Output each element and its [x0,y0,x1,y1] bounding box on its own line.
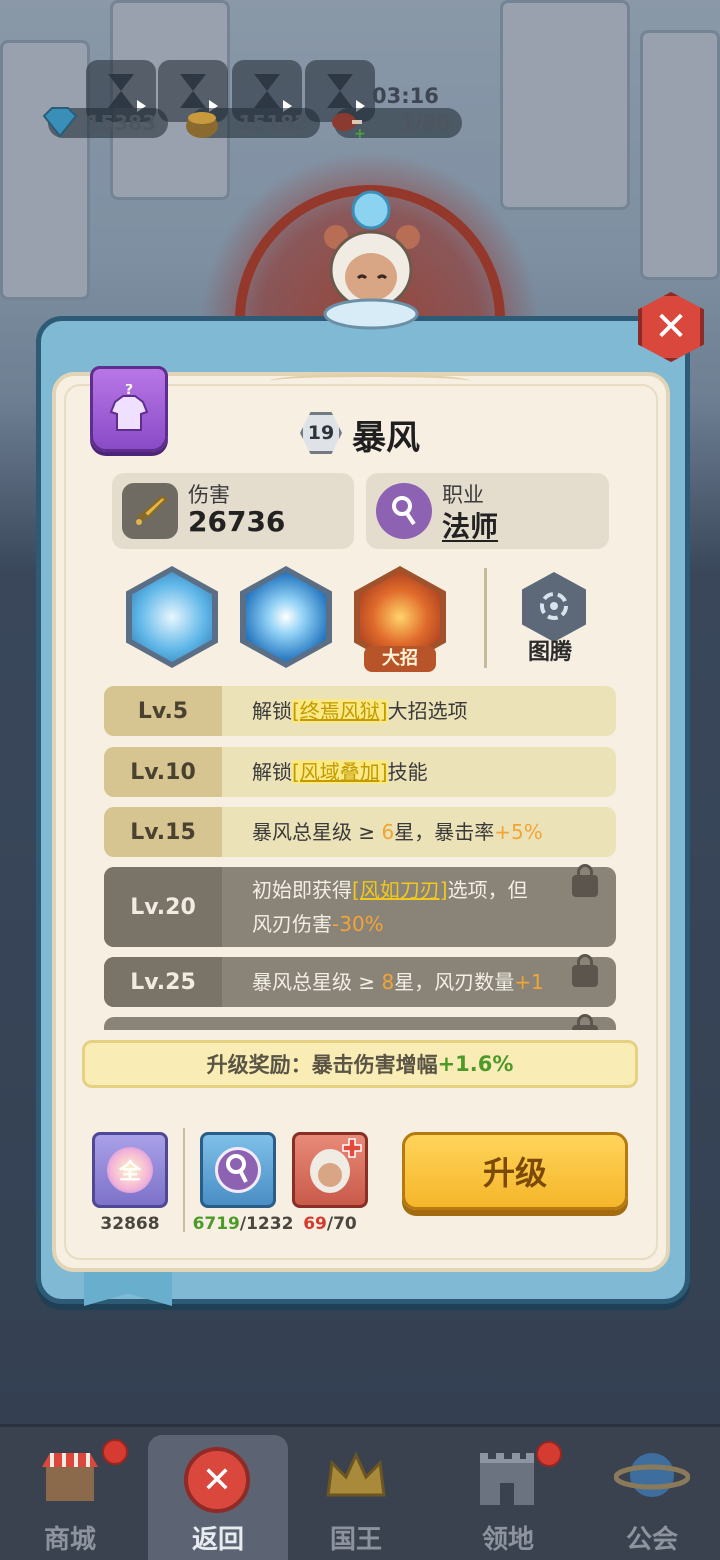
universal-shard-icon: 全 [107,1147,153,1193]
universal-shard-count: 32868 [100,1214,160,1234]
nav-king[interactable]: 国王 [286,1427,426,1560]
sword-icon [122,483,178,539]
hero-shard-item[interactable] [292,1132,368,1208]
reward-label: 升级奖励：暴击伤害增幅 [206,1053,438,1077]
planet-icon [614,1453,690,1497]
skills-divider [484,568,487,668]
unlock-level: Lv.10 [104,747,222,797]
unlock-level: Lv.5 [104,686,222,736]
unlock-level: Lv.25 [104,957,222,1007]
mage-staff-icon [215,1147,261,1193]
notification-dot [102,1439,128,1465]
timer-text: 03:16 [372,84,439,108]
damage-value: 26736 [188,505,286,538]
close-icon: ✕ [184,1447,250,1513]
swirl-icon [540,592,568,620]
tornado-icon [132,572,212,662]
svg-text:+: + [354,126,366,142]
unlock-level: Lv.20 [104,867,222,947]
unlock-row-locked: Lv.20 初始即获得[风如刀刃]选项，但 风刃伤害-30% [104,864,616,947]
svg-text:?: ? [125,384,133,398]
unlock-description: 初始即获得[风如刀刃]选项，但 风刃伤害-30% [252,878,528,936]
unlock-row: Lv.10 解锁[风域叠加]技能 [104,747,616,797]
mage-staff-icon [376,483,432,539]
unlock-row-locked [104,1014,616,1030]
hero-shard-portrait-icon [310,1138,362,1193]
unlock-level: Lv.15 [104,807,222,857]
castle-icon [480,1453,534,1505]
nav-king-label: 国王 [329,1525,382,1555]
meat-icon: + [332,113,366,142]
notification-dot [536,1441,562,1467]
unlock-row: Lv.15 暴风总星级 ≥ 6星，暴击率+5% [104,807,616,857]
coin-pot-icon [186,112,218,138]
class-shard-item[interactable] [200,1132,276,1208]
nav-back-label: 返回 [191,1525,244,1555]
unlock-description: 解锁[风域叠加]技能 [252,760,428,784]
outfit-icon: ? [109,384,149,431]
damage-card: 伤害 26736 [112,473,354,549]
coin-count: 15182 [238,111,308,135]
universal-shard-item[interactable]: 全 [92,1132,168,1208]
class-badge[interactable]: ? [90,366,168,452]
meat-count: 1/80 [400,111,450,135]
upgrade-reward: 升级奖励：暴击伤害增幅 +1.6% [82,1040,638,1088]
hero-portrait [323,190,420,330]
nav-shop[interactable]: 商城 [0,1427,140,1560]
lock-icon [572,954,598,987]
nav-shop-label: 商城 [43,1525,96,1555]
nav-territory[interactable]: 领地 [438,1427,578,1560]
gem-count: 15383 [86,111,156,135]
unlock-list[interactable]: Lv.5 解锁[终焉风狱]大招选项 Lv.10 解锁[风域叠加]技能 Lv.15… [104,686,616,1030]
unlock-row: Lv.5 解锁[终焉风狱]大招选项 [104,686,616,736]
meat-counter[interactable]: + 1/80 [332,108,462,142]
bottom-nav: 商城 ✕ 返回 国王 领地 公会 [0,1424,720,1560]
nav-territory-label: 领地 [481,1525,534,1555]
unlock-description: 解锁[终焉风狱]大招选项 [252,699,468,723]
reward-bonus: +1.6% [437,1052,514,1076]
lock-icon [572,864,598,897]
hourglass-icon [108,74,134,108]
unlock-description: 暴风总星级 ≥ 8星，风刃数量+1 [252,970,544,994]
class-card[interactable]: 职业 法师 [366,473,609,549]
unlock-description: 暴风总星级 ≥ 6星，暴击率+5% [252,820,543,844]
upgrade-button[interactable]: 升级 [402,1132,628,1210]
hero-shard-count: 69/70 [303,1214,357,1234]
shop-icon [42,1453,98,1501]
ultimate-tag: 大招 [364,646,436,672]
diamond-icon [42,107,78,138]
coin-counter[interactable]: 15182 [186,108,320,138]
cost-divider [183,1128,185,1232]
totem-label: 图腾 [528,640,573,665]
vortex-icon [246,572,326,662]
lock-icon [572,1014,598,1030]
nav-back[interactable]: ✕ 返回 [148,1435,288,1560]
gem-counter[interactable]: 15383 [42,107,168,138]
unlock-row-locked: Lv.25 暴风总星级 ≥ 8星，风刃数量+1 [104,954,616,1007]
close-icon: ✕ [654,304,688,350]
panel-ornament [270,374,470,388]
hourglass-icon [254,74,280,108]
nav-guild[interactable]: 公会 [582,1427,720,1560]
nav-guild-label: 公会 [625,1525,678,1555]
hero-name: 暴风 [352,418,420,458]
crown-icon [326,1451,386,1497]
class-value-link[interactable]: 法师 [442,505,498,545]
